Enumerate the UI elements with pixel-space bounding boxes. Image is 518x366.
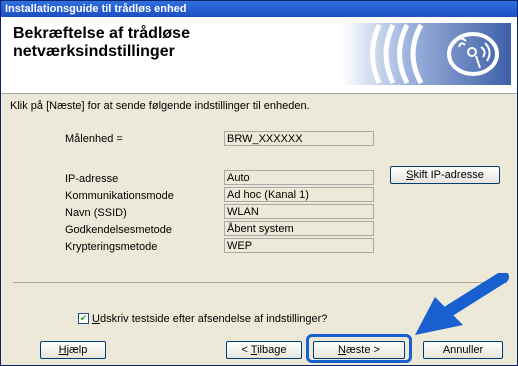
instruction-text: Klik på [Næste] for at sende følgende in… <box>10 100 310 112</box>
help-button[interactable]: Hjælp <box>40 341 106 359</box>
installation-wizard-window: Installationsguide til trådløs enhed Bek… <box>0 0 518 366</box>
page-title: Bekræftelse af trådløse netværksindstill… <box>13 25 273 61</box>
ip-address-label: IP-adresse <box>65 173 119 185</box>
ssid-value-field: WLAN <box>224 204 374 219</box>
page-title-line1: Bekræftelse af trådløse <box>13 25 190 42</box>
back-button[interactable]: < Tilbage <box>226 341 302 359</box>
encryption-method-label: Krypteringsmetode <box>65 241 158 253</box>
title-bar: Installationsguide til trådløs enhed <box>1 1 517 17</box>
page-title-line2: netværksindstillinger <box>13 43 175 60</box>
encryption-method-value-field: WEP <box>224 238 374 253</box>
ssid-label: Navn (SSID) <box>65 207 127 219</box>
next-button[interactable]: Næste > <box>313 341 405 359</box>
communication-mode-value-field: Ad hoc (Kanal 1) <box>224 187 374 202</box>
pointer-arrow-icon <box>415 273 509 335</box>
authentication-method-label: Godkendelsesmetode <box>65 224 173 236</box>
wireless-signal-icon <box>341 23 511 85</box>
wizard-header: Bekræftelse af trådløse netværksindstill… <box>1 17 517 94</box>
ip-address-value-field: Auto <box>224 170 374 185</box>
communication-mode-label: Kommunikationsmode <box>65 190 174 202</box>
print-test-page-label[interactable]: Udskriv testside efter afsendelse af ind… <box>92 313 327 325</box>
change-ip-address-button[interactable]: Skift IP-adresse <box>390 166 500 184</box>
device-value-field: BRW_XXXXXX <box>224 131 374 146</box>
authentication-method-value-field: Åbent system <box>224 221 374 236</box>
device-label: Målenhed = <box>65 133 123 145</box>
cancel-button[interactable]: Annuller <box>423 341 503 359</box>
window-title: Installationsguide til trådløs enhed <box>5 3 187 15</box>
print-test-page-checkbox[interactable]: ✔ <box>78 313 89 324</box>
